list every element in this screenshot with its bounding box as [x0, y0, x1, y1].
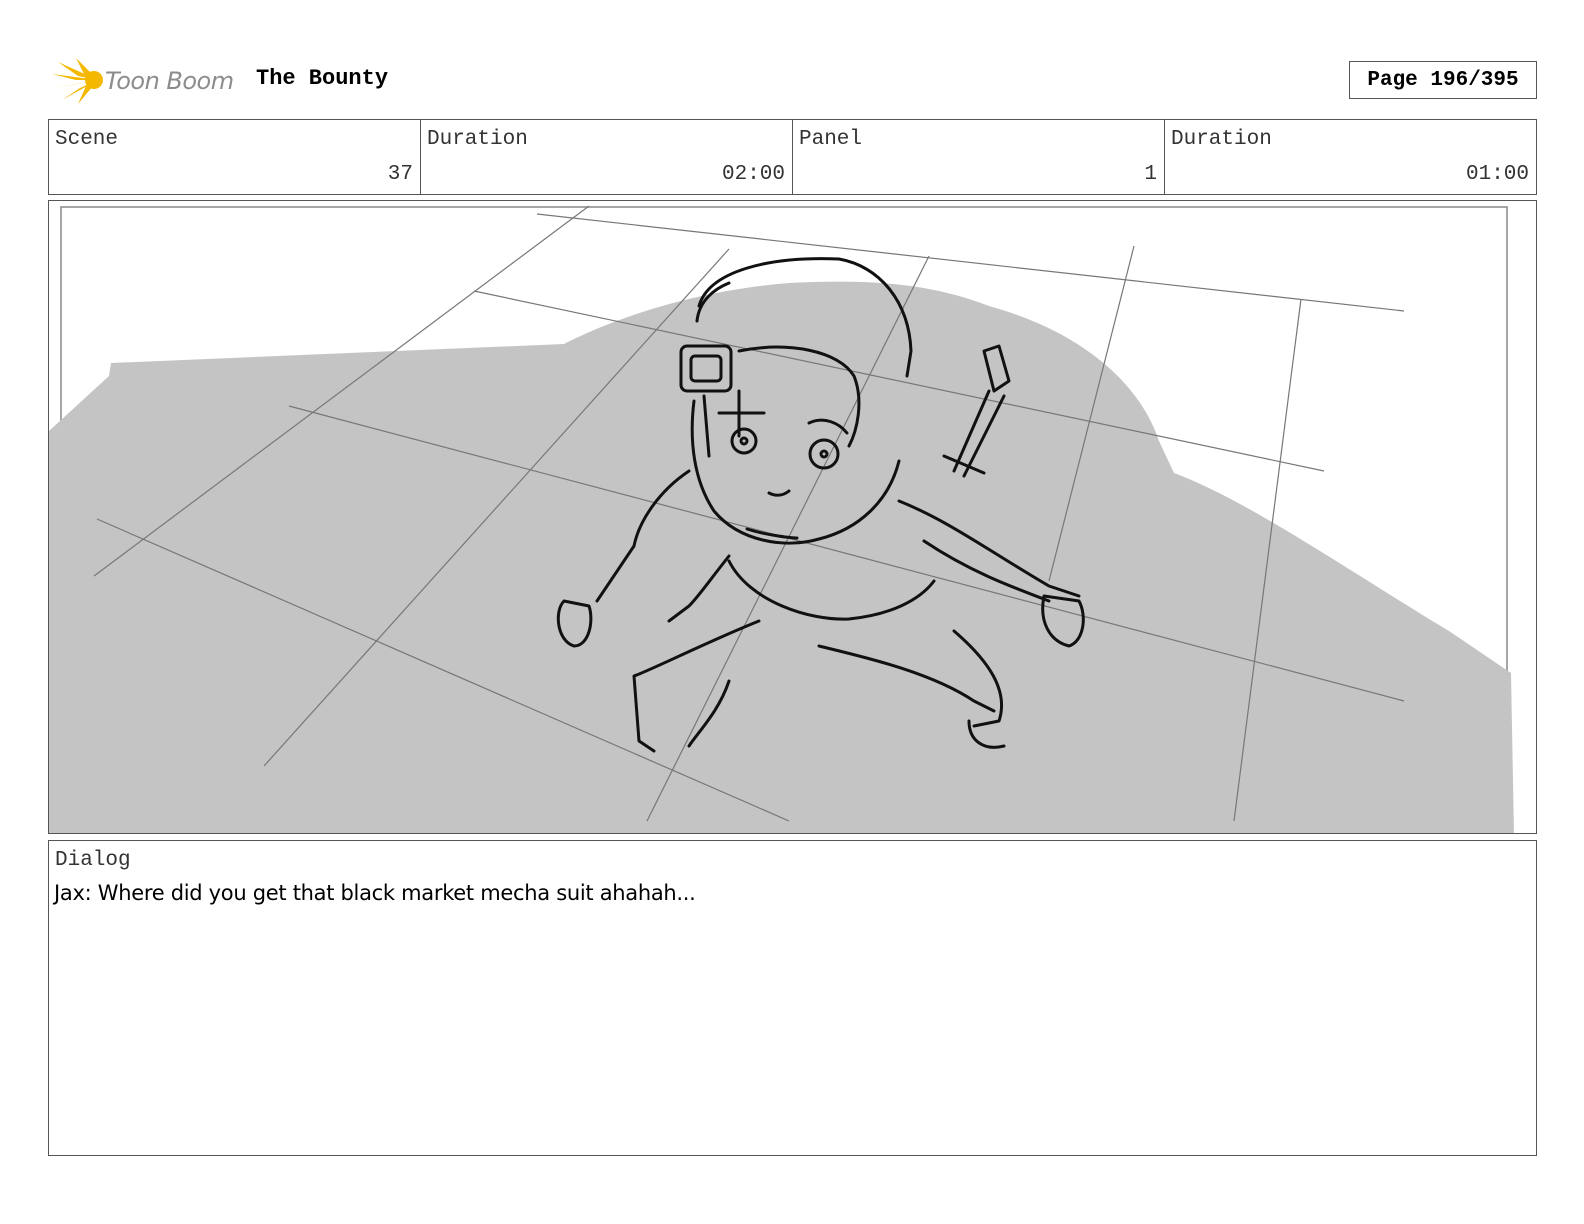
- scene-duration-cell: Duration 02:00: [421, 120, 793, 194]
- panel-cell: Panel 1: [793, 120, 1165, 194]
- scene-info-table: Scene 37 Duration 02:00 Panel 1 Duration…: [48, 119, 1537, 195]
- scene-duration-value: 02:00: [721, 163, 785, 186]
- scene-cell: Scene 37: [49, 120, 421, 194]
- panel-value: 1: [1144, 163, 1157, 186]
- panel-label: Panel: [799, 128, 863, 151]
- panel-duration-value: 01:00: [1465, 163, 1529, 186]
- dialog-text: Jax: Where did you get that black market…: [54, 881, 696, 905]
- scene-duration-label: Duration: [427, 128, 528, 151]
- starburst-icon: [52, 58, 103, 104]
- storyboard-panel: [48, 200, 1537, 834]
- toon-boom-logo: Toon Boom: [50, 56, 240, 106]
- scene-label: Scene: [55, 128, 119, 151]
- logo-text: Toon Boom: [105, 67, 234, 95]
- shadow-area: [49, 281, 1514, 833]
- panel-duration-label: Duration: [1171, 128, 1272, 151]
- panel-sketch: [49, 205, 1514, 833]
- dialog-label: Dialog: [55, 849, 131, 872]
- page-number: Page 196/395: [1349, 61, 1537, 99]
- project-title: The Bounty: [256, 66, 389, 91]
- scene-value: 37: [387, 163, 413, 186]
- dialog-box: Dialog Jax: Where did you get that black…: [48, 840, 1537, 1156]
- panel-duration-cell: Duration 01:00: [1165, 120, 1536, 194]
